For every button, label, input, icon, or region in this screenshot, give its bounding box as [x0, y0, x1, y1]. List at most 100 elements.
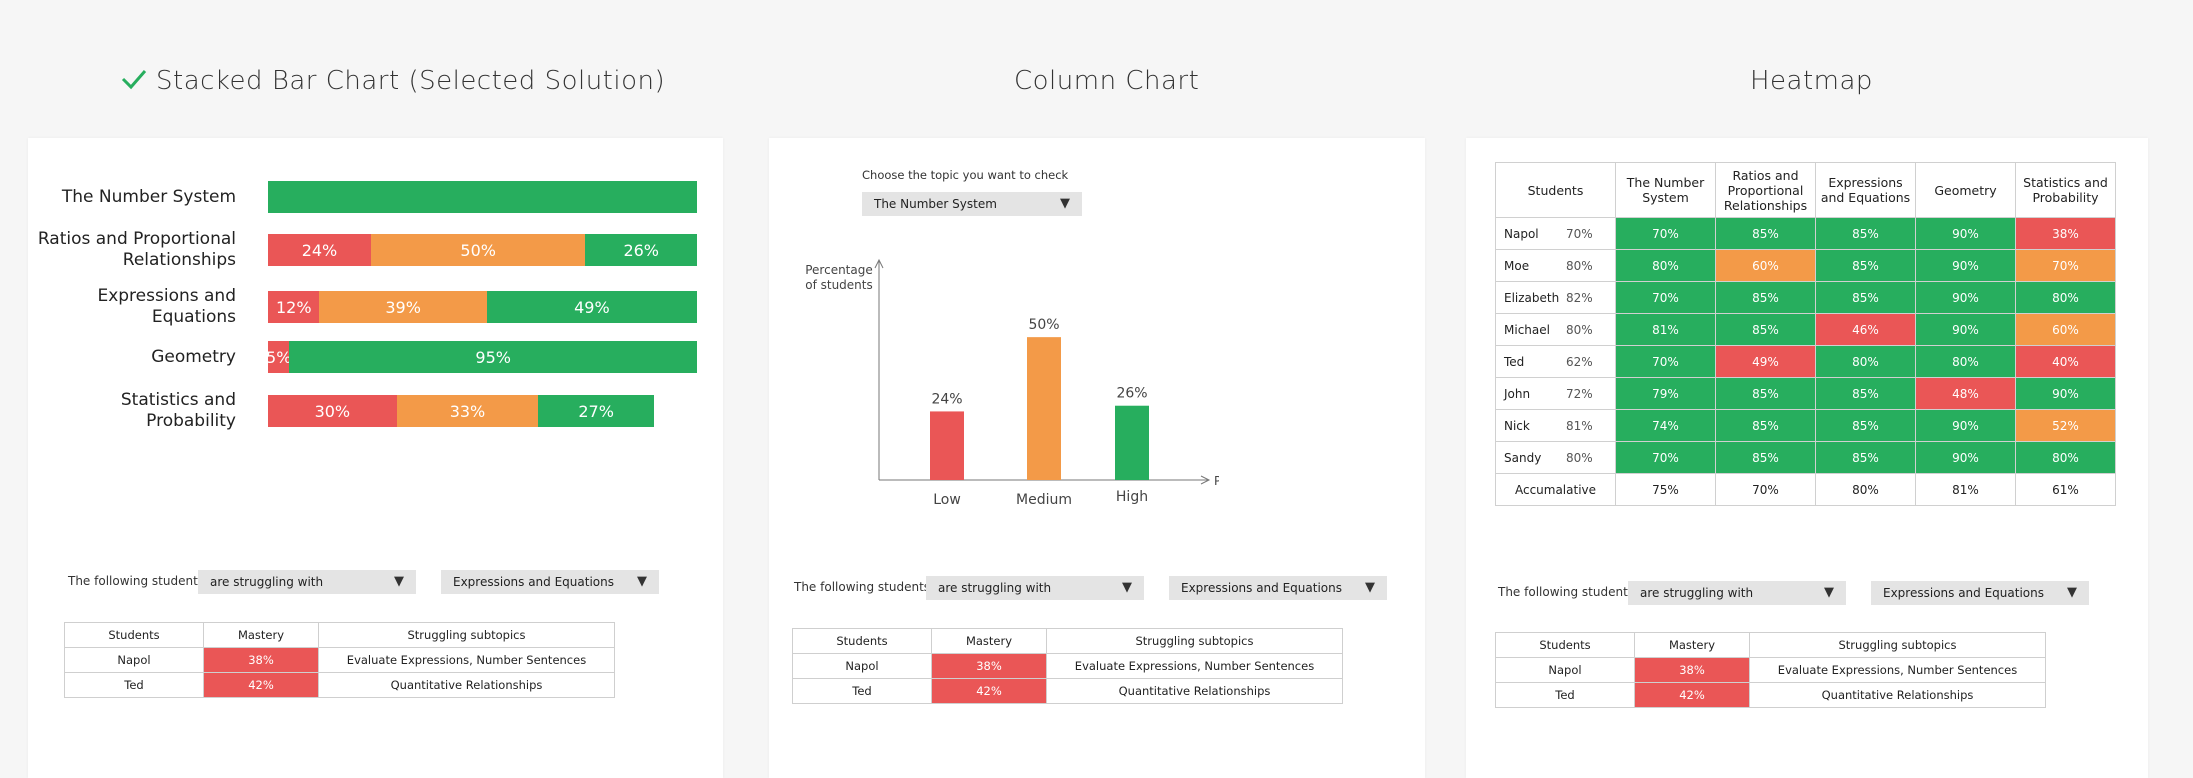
bar-segment: 39% — [319, 291, 487, 323]
status-value: are struggling with — [938, 581, 1052, 595]
data-label: 26% — [1116, 386, 1147, 402]
heatmap-cell: 49% — [1715, 345, 1816, 378]
status-dropdown[interactable]: are struggling with ▼ — [198, 570, 416, 594]
category-label: Expressions and Equations — [97, 286, 236, 327]
column-chart: Performance Percentageof students 24% Low 50… — [805, 258, 1219, 508]
column-bar — [930, 411, 964, 480]
table-row[interactable]: Napol 38% Evaluate Expressions, Number Sen… — [792, 653, 1343, 679]
stacked-bar[interactable] — [268, 181, 697, 213]
stacked-panel: The Number System Ratios and Proportional… — [28, 138, 723, 778]
heatmap-cell: 79% — [1615, 377, 1716, 410]
heatmap-student: Sandy 80% — [1495, 441, 1616, 474]
heatmap-cell: 85% — [1815, 441, 1916, 474]
mastery-cell: 38% — [931, 653, 1047, 679]
table-row[interactable]: Napol 38% Evaluate Expressions, Number Sen… — [1495, 657, 2046, 683]
heatmap-cell: 80% — [1915, 345, 2016, 378]
col-header-subtopics: Struggling subtopics — [318, 622, 615, 648]
heatmap-row[interactable]: John 72% 79% 85% 85% 48% 90% — [1495, 377, 2116, 410]
heatmap-cell: 52% — [2015, 409, 2116, 442]
x-axis-label: Performance — [1214, 474, 1219, 488]
heatmap-row[interactable]: Napol 70% 70% 85% 85% 90% 38% — [1495, 217, 2116, 250]
heatmap-cell: 70% — [2015, 249, 2116, 282]
topic-dropdown[interactable]: Expressions and Equations ▼ — [1169, 576, 1387, 600]
data-label: 24% — [931, 391, 962, 407]
bar-segment: 30% — [268, 395, 397, 427]
heatmap-row[interactable]: Michael 80% 81% 85% 46% 90% 60% — [1495, 313, 2116, 346]
bar-segment: 33% — [396, 395, 539, 427]
heatmap-cell: 90% — [1915, 409, 2016, 442]
category-label: Low — [933, 492, 961, 508]
subtopics-cell: Quantitative Relationships — [1749, 682, 2046, 708]
heatmap-student: Elizabeth 82% — [1495, 281, 1616, 314]
heatmap-column-header: Statistics and Probability — [2015, 162, 2116, 218]
chevron-down-icon: ▼ — [1060, 196, 1070, 211]
subtopics-cell: Quantitative Relationships — [1046, 678, 1343, 704]
topic-select-dropdown[interactable]: The Number System ▼ — [862, 192, 1082, 216]
stacked-bar[interactable]: 30% 33% 27% — [268, 395, 697, 427]
heatmap-cell: 80% — [2015, 441, 2116, 474]
heatmap-cell: 85% — [1715, 281, 1816, 314]
heatmap-row[interactable]: Sandy 80% 70% 85% 85% 90% 80% — [1495, 441, 2116, 474]
topic-dropdown[interactable]: Expressions and Equations ▼ — [1871, 581, 2089, 605]
heatmap-cell: 80% — [2015, 281, 2116, 314]
topic-select-label: Choose the topic you want to check — [862, 168, 1069, 182]
student-name: Ted — [64, 672, 204, 698]
table-row[interactable]: Napol 38% Evaluate Expressions, Number Sen… — [64, 647, 615, 673]
heatmap-cell: 85% — [1715, 313, 1816, 346]
heatmap-cell: 81% — [1615, 313, 1716, 346]
stacked-title: Stacked Bar Chart (Selected Solution) — [156, 66, 666, 96]
heatmap-total-cell: 70% — [1715, 473, 1816, 506]
heatmap-row[interactable]: Nick 81% 74% 85% 85% 90% 52% — [1495, 409, 2116, 442]
student-name: Ted — [1495, 682, 1635, 708]
heatmap-row[interactable]: Ted 62% 70% 49% 80% 80% 40% — [1495, 345, 2116, 378]
filter-prefix: The following students — [794, 580, 931, 594]
table-row[interactable]: Ted 42% Quantitative Relationships — [792, 678, 1343, 704]
topic-select-value: The Number System — [874, 197, 997, 211]
mastery-cell: 42% — [203, 672, 319, 698]
heatmap-cell: 85% — [1815, 377, 1916, 410]
status-value: are struggling with — [210, 575, 324, 589]
stacked-bar[interactable]: 12% 39% 49% — [268, 291, 697, 323]
heatmap-cell: 40% — [2015, 345, 2116, 378]
status-dropdown[interactable]: are struggling with ▼ — [1628, 581, 1846, 605]
status-dropdown[interactable]: are struggling with ▼ — [926, 576, 1144, 600]
category-label: Statistics and Probability — [120, 390, 236, 431]
heatmap-student: Nick 81% — [1495, 409, 1616, 442]
mastery-cell: 42% — [1634, 682, 1750, 708]
col-header-mastery: Mastery — [1634, 632, 1750, 658]
heatmap-row[interactable]: Moe 80% 80% 60% 85% 90% 70% — [1495, 249, 2116, 282]
table-row[interactable]: Ted 42% Quantitative Relationships — [64, 672, 615, 698]
heatmap-total-cell: 75% — [1615, 473, 1716, 506]
category-label: High — [1116, 489, 1148, 505]
mastery-cell: 38% — [1634, 657, 1750, 683]
category-label: Medium — [1016, 492, 1072, 508]
student-name: Napol — [792, 653, 932, 679]
stacked-bar[interactable]: 5% 95% — [266, 341, 697, 373]
mastery-cell: 38% — [203, 647, 319, 673]
subtopics-cell: Evaluate Expressions, Number Sentences — [1749, 657, 2046, 683]
heatmap-cell: 60% — [2015, 313, 2116, 346]
heatmap-row[interactable]: Elizabeth 82% 70% 85% 85% 90% 80% — [1495, 281, 2116, 314]
heatmap-cell: 85% — [1715, 377, 1816, 410]
chevron-down-icon: ▼ — [637, 574, 647, 589]
heatmap-cell: 90% — [1915, 441, 2016, 474]
heatmap-cell: 90% — [2015, 377, 2116, 410]
stacked-bar[interactable]: 24% 50% 26% — [268, 234, 697, 266]
table-row[interactable]: Ted 42% Quantitative Relationships — [1495, 682, 2046, 708]
subtopics-cell: Evaluate Expressions, Number Sentences — [318, 647, 615, 673]
heatmap-cell: 85% — [1815, 217, 1916, 250]
student-name: Napol — [64, 647, 204, 673]
heatmap-cell: 46% — [1815, 313, 1916, 346]
column-bar — [1115, 405, 1149, 480]
heatmap-cell: 90% — [1915, 313, 2016, 346]
heatmap-cell: 80% — [1615, 249, 1716, 282]
status-value: are struggling with — [1640, 586, 1754, 600]
category-label: Geometry — [151, 346, 236, 367]
heatmap-panel: Students The Number System Ratios and Propor… — [1466, 138, 2148, 778]
heatmap-column-header: Ratios and Proportional Relationships — [1715, 162, 1816, 218]
heatmap-column-header: The Number System — [1615, 162, 1716, 218]
topic-dropdown[interactable]: Expressions and Equations ▼ — [441, 570, 659, 594]
heatmap-total-row: Accumalative 75% 70% 80% 81% 61% — [1495, 473, 2116, 506]
subtopics-cell: Evaluate Expressions, Number Sentences — [1046, 653, 1343, 679]
heatmap-student: Moe 80% — [1495, 249, 1616, 282]
